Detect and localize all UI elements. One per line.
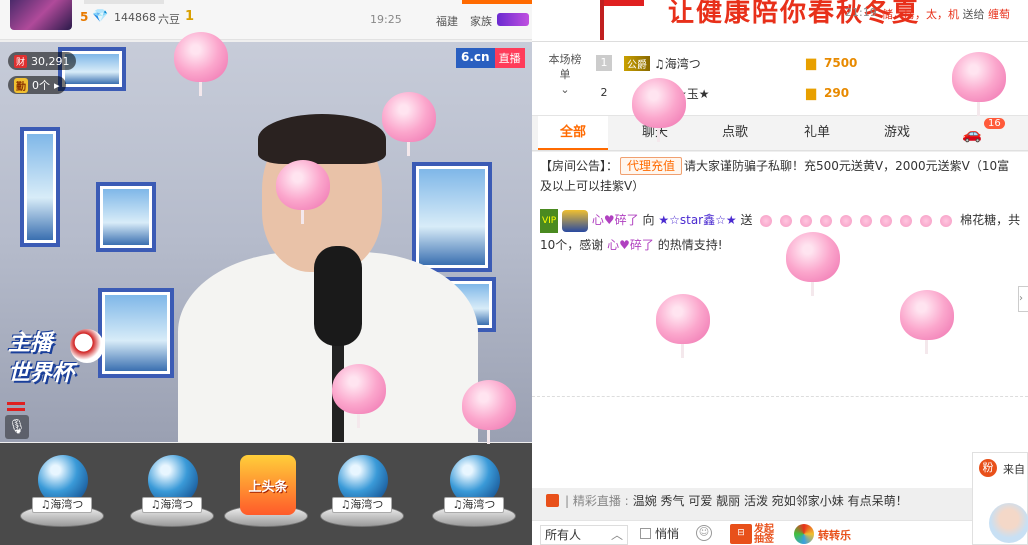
tab-all[interactable]: 全部 [538, 116, 608, 150]
red-bar [7, 408, 25, 411]
flag-icon [600, 0, 604, 40]
car-count-badge: 16 [984, 118, 1005, 129]
ad-banner[interactable]: 让健康陪你春秋冬夏 21:19 储，房，太，机 送给 缠萄 [532, 0, 1028, 42]
vip-icon: VIP [540, 208, 559, 233]
cotton-candy-icon [382, 92, 436, 156]
cotton-candy-icon [820, 214, 833, 227]
cotton-candy-icon [880, 214, 893, 227]
location-label: 福建 [436, 15, 458, 28]
progress-bar [84, 0, 164, 4]
cotton-candy-icon [786, 232, 840, 296]
diligence-badge[interactable]: 勤 0个 ▸ [8, 76, 66, 94]
toutiao-gift[interactable]: 上头条 [218, 449, 314, 539]
gift-item[interactable]: ♫海湾つ [14, 449, 110, 539]
coin-count: 144868 [114, 11, 156, 24]
lottery-label[interactable]: 发起 抽签 [754, 525, 774, 545]
lottery-icon[interactable]: ⊟ [730, 524, 752, 544]
liudou-label: 六豆 [158, 13, 180, 26]
car-icon[interactable]: 🚗 [962, 124, 982, 143]
follow-button-edge[interactable] [462, 0, 532, 4]
chat-divider[interactable] [532, 396, 1028, 397]
microphone [314, 246, 362, 346]
cotton-candy-icon [276, 160, 330, 224]
streamer-avatar[interactable] [10, 0, 72, 30]
chevron-right-icon[interactable]: › [1018, 286, 1028, 312]
side-text: 来自 [1003, 463, 1025, 476]
chat-input-bar: 所有人 ︿ 悄悄 ☺ ⊟ 发起 抽签 转转乐 [532, 520, 972, 545]
live-icon [546, 493, 559, 507]
cotton-candy-icon [462, 380, 516, 444]
gift-message: VIP 心♥碎了 向 ★☆star鑫☆★ 送 棉花糖，共10个，感谢 心♥碎了 … [540, 208, 1022, 257]
tab-gifts[interactable]: 礼单 [782, 116, 852, 150]
emoji-icon[interactable]: ☺ [696, 525, 712, 541]
trophy-icon [562, 209, 589, 232]
cotton-candy-icon [900, 290, 954, 354]
room-notice: 【房间公告】： 代理充值 请大家谨防骗子私聊！充500元送黄V，2000元送紫V（1… [540, 157, 1010, 193]
mic-icon[interactable]: 🎙 [5, 415, 29, 439]
rank-title[interactable]: 本场榜单 ⌄ [548, 52, 582, 97]
streamer-header: 5 💎 144868 六豆 1 19:25 福建 家族 [0, 0, 532, 40]
diamond-icon: 💎 [92, 9, 109, 24]
wall-frame [20, 127, 60, 247]
whisper-label[interactable]: 悄悄 [655, 525, 679, 542]
gift-item[interactable]: ♫海湾つ [124, 449, 220, 539]
live-video[interactable]: 财 30,291 勤 0个 ▸ 6.cn 直播 主播 世界杯 🎙 [0, 42, 532, 442]
flag-cloth [604, 0, 644, 6]
chat-tabs: 全部 聊天 点歌 礼单 游戏 🚗 16 [532, 116, 1028, 151]
banner-time: 21:19 [845, 6, 877, 19]
hot-live-bar[interactable]: | 精彩直播 : 温婉 秀气 可爱 靓丽 活泼 宛如邻家小妹 有点呆萌！ [532, 488, 962, 512]
wall-frame [412, 162, 492, 272]
cotton-candy-icon [800, 214, 813, 227]
wheel-icon[interactable] [794, 524, 814, 544]
football-icon [70, 329, 104, 363]
cotton-candy-icon [900, 214, 913, 227]
tab-games[interactable]: 游戏 [862, 116, 932, 150]
whisper-checkbox[interactable] [640, 528, 651, 539]
cotton-candy-icon [332, 364, 386, 428]
site-logo: 6.cn 直播 [456, 48, 525, 68]
wheel-label[interactable]: 转转乐 [818, 527, 851, 543]
cotton-candy-icon [780, 214, 793, 227]
cotton-candy-icon [840, 214, 853, 227]
tab-song[interactable]: 点歌 [700, 116, 770, 150]
cotton-candy-icon [656, 294, 710, 358]
banner-note: 储，房，太，机 送给 缠萄 [882, 8, 1010, 21]
streamer-hair [258, 114, 386, 164]
wall-frame [98, 288, 174, 378]
cotton-candy-icon [860, 214, 873, 227]
gift-item[interactable]: ♫海湾つ [314, 449, 410, 539]
red-bar [7, 402, 25, 405]
gift-bar: ♫海湾つ ♫海湾つ 上头条 ♫海湾つ ♫海湾つ [0, 443, 532, 545]
side-fan-panel[interactable]: 粉 来自 [972, 452, 1028, 545]
agent-recharge-button[interactable]: 代理充值 [620, 157, 683, 175]
cotton-candy-icon [940, 214, 953, 227]
worldcup-badge[interactable]: 主播 世界杯 [8, 329, 74, 389]
cotton-candy-icon [760, 214, 773, 227]
family-badge[interactable] [497, 13, 529, 26]
sender-name[interactable]: 心♥碎了 [607, 238, 654, 252]
receiver-name[interactable]: ★☆star鑫☆★ [658, 213, 736, 227]
fans-level: 1 [185, 9, 195, 24]
cotton-candy-icon [952, 52, 1006, 116]
fan-avatar[interactable] [989, 503, 1028, 543]
wealth-badge: 财 30,291 [8, 52, 76, 70]
cotton-candy-icon [174, 32, 228, 96]
recipient-select[interactable]: 所有人 ︿ [540, 525, 628, 545]
coin-icon: ▆ [806, 85, 816, 101]
rank-row[interactable]: 1 公爵 ♫海湾つ ▆ 7500 [596, 50, 857, 76]
family-label[interactable]: 家族 [470, 13, 492, 29]
coin-icon: ▆ [806, 55, 816, 71]
sender-name[interactable]: 心♥碎了 [592, 213, 639, 227]
gift-item[interactable]: ♫海湾つ [426, 449, 522, 539]
clock-time: 19:25 [370, 13, 402, 26]
fan-icon: 粉 [979, 459, 997, 477]
level-number: 5 [80, 10, 89, 24]
cotton-candy-icon [632, 78, 686, 142]
chevron-up-icon: ︿ [610, 528, 623, 542]
cotton-candy-icon [920, 214, 933, 227]
wall-frame [96, 182, 156, 252]
